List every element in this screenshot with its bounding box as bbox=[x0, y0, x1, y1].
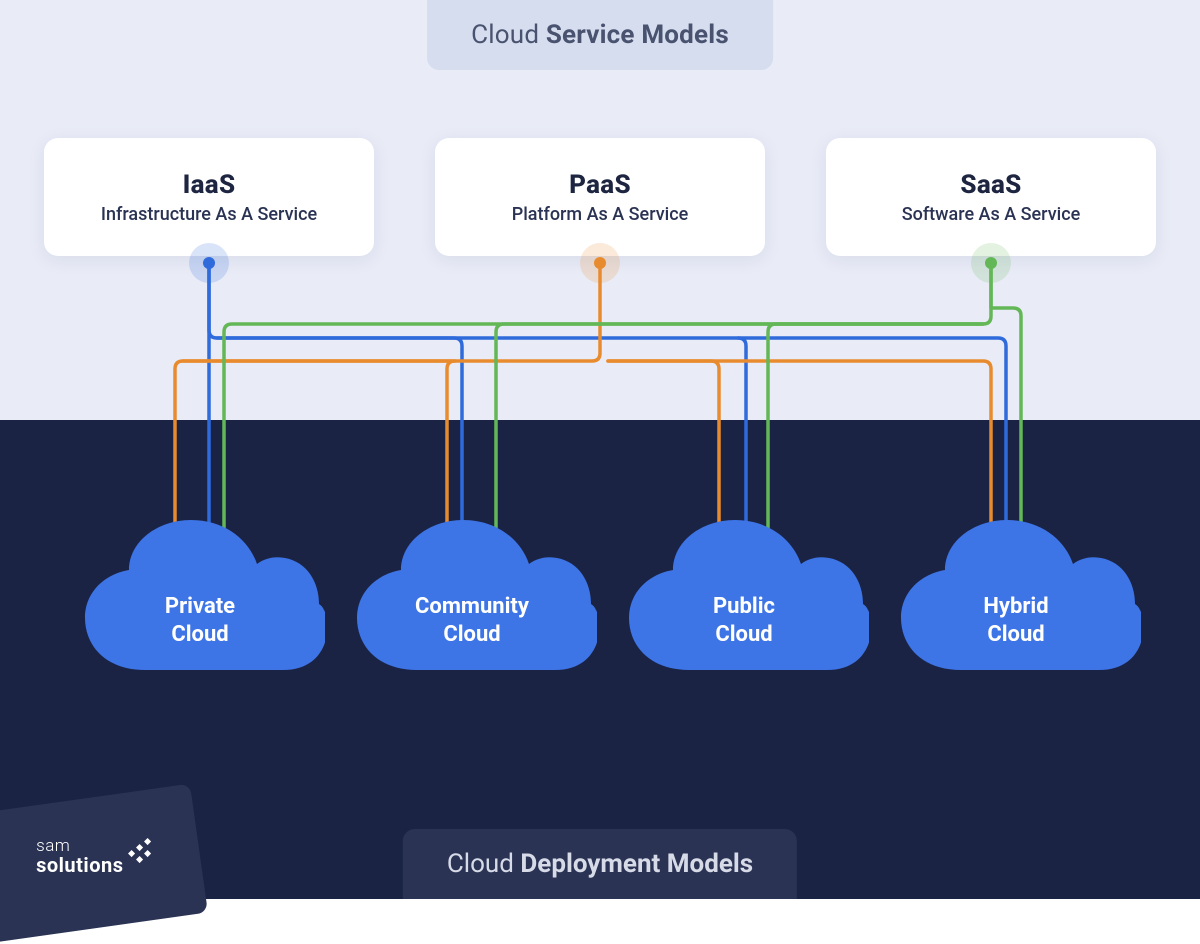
card-saas-acronym: SaaS bbox=[960, 170, 1021, 200]
cloud-community-label: Community Cloud bbox=[415, 593, 529, 680]
cloud-private-label: Private Cloud bbox=[165, 593, 235, 680]
logo-line2: solutions bbox=[36, 853, 123, 877]
cloud-community: Community Cloud bbox=[347, 510, 597, 680]
bottom-title-pill: Cloud Deployment Models bbox=[403, 829, 797, 899]
cloud-hybrid-label: Hybrid Cloud bbox=[983, 593, 1048, 680]
logo-text: sam solutions bbox=[36, 837, 123, 876]
cloud-hybrid: Hybrid Cloud bbox=[891, 510, 1141, 680]
top-title-bold: Service Models bbox=[546, 20, 729, 50]
logo-dots-icon bbox=[128, 836, 154, 862]
logo-corner: sam solutions bbox=[0, 784, 208, 944]
card-paas-acronym: PaaS bbox=[569, 170, 631, 200]
card-paas: PaaS Platform As A Service bbox=[435, 138, 765, 256]
card-saas: SaaS Software As A Service bbox=[826, 138, 1156, 256]
cloud-private: Private Cloud bbox=[75, 510, 325, 680]
bottom-title-prefix: Cloud bbox=[447, 849, 521, 879]
card-paas-subtitle: Platform As A Service bbox=[512, 204, 689, 225]
card-iaas-subtitle: Infrastructure As A Service bbox=[101, 204, 317, 225]
bottom-title-bold: Deployment Models bbox=[520, 849, 753, 879]
card-saas-subtitle: Software As A Service bbox=[902, 204, 1081, 225]
card-iaas-acronym: IaaS bbox=[183, 170, 236, 200]
top-title-prefix: Cloud bbox=[471, 20, 546, 50]
cloud-public-label: Public Cloud bbox=[713, 593, 775, 680]
top-title-pill: Cloud Service Models bbox=[427, 0, 773, 70]
cloud-public: Public Cloud bbox=[619, 510, 869, 680]
card-iaas: IaaS Infrastructure As A Service bbox=[44, 138, 374, 256]
